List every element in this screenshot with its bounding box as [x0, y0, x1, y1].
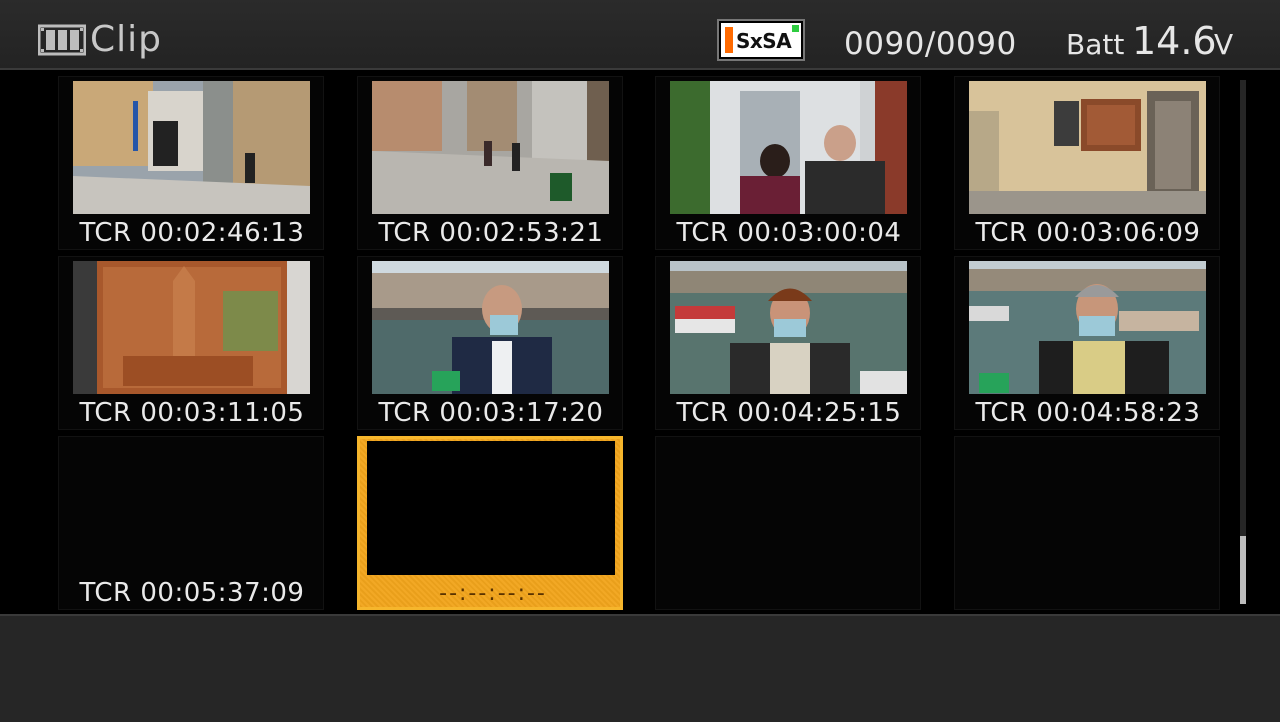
clip-timecode: TCR 00:03:17:20	[378, 398, 604, 428]
clip-timecode: TCR 00:03:00:04	[676, 218, 902, 248]
clip-thumbnail-image	[73, 81, 310, 214]
clip-timecode: TCR 00:05:37:09	[79, 578, 305, 608]
clip-timecode: TCR 00:02:46:13	[79, 218, 305, 248]
clip-thumbnail[interactable]: TCR 00:05:37:09	[58, 436, 324, 610]
clip-thumbnail-image	[670, 81, 907, 214]
battery-label: Batt	[1066, 28, 1125, 61]
media-badge-label: SxSA	[736, 29, 792, 53]
page-title: Clip	[90, 19, 162, 60]
clip-thumbnail-image	[670, 261, 907, 394]
clip-thumbnail[interactable]: TCR 00:02:46:13	[58, 76, 324, 250]
scrollbar-thumb[interactable]	[1240, 536, 1246, 604]
film-strip-icon	[38, 24, 86, 56]
clip-timecode: TCR 00:03:06:09	[975, 218, 1201, 248]
clip-thumbnail-image	[73, 441, 310, 574]
clip-thumbnail-image	[372, 261, 609, 394]
clip-thumbnail-selected[interactable]: --:--:--:--	[357, 436, 623, 610]
clip-thumbnail[interactable]: TCR 00:03:06:09	[954, 76, 1220, 250]
battery-unit: V	[1214, 28, 1234, 61]
top-status-bar: Clip SxSA 0090/0090 Batt 14.6 V	[0, 0, 1280, 70]
clip-timecode: TCR 00:02:53:21	[378, 218, 604, 248]
clip-timecode: TCR 00:03:11:05	[79, 398, 305, 428]
clip-timecode: --:--:--:--	[439, 581, 547, 606]
vertical-scrollbar[interactable]	[1240, 80, 1246, 604]
clip-thumbnail[interactable]: TCR 00:03:17:20	[357, 256, 623, 430]
empty-clip-slot	[954, 436, 1220, 610]
battery-voltage: 14.6	[1132, 19, 1217, 63]
clip-timecode: TCR 00:04:58:23	[975, 398, 1201, 428]
clip-counter: 0090/0090	[844, 26, 1017, 62]
clip-thumbnail[interactable]: TCR 00:03:11:05	[58, 256, 324, 430]
media-active-led	[792, 25, 799, 32]
clip-thumbnail-image	[969, 261, 1206, 394]
clip-thumbnail-image	[372, 81, 609, 214]
bottom-bar	[0, 614, 1280, 722]
clip-thumbnail[interactable]: TCR 00:04:58:23	[954, 256, 1220, 430]
media-badge-stripe	[725, 27, 733, 53]
clip-thumbnail-image	[367, 441, 615, 575]
clip-thumbnail[interactable]: TCR 00:03:00:04	[655, 76, 921, 250]
empty-clip-slot	[655, 436, 921, 610]
clip-timecode: TCR 00:04:25:15	[676, 398, 902, 428]
clip-thumbnail[interactable]: TCR 00:02:53:21	[357, 76, 623, 250]
clip-thumbnail[interactable]: TCR 00:04:25:15	[655, 256, 921, 430]
clip-thumbnail-image	[73, 261, 310, 394]
clip-thumbnail-image	[969, 81, 1206, 214]
media-slot-badge: SxSA	[719, 21, 803, 59]
clip-thumbnail-grid: TCR 00:02:46:13 TCR 00:02:53:21 TCR 00:0…	[58, 76, 1226, 611]
